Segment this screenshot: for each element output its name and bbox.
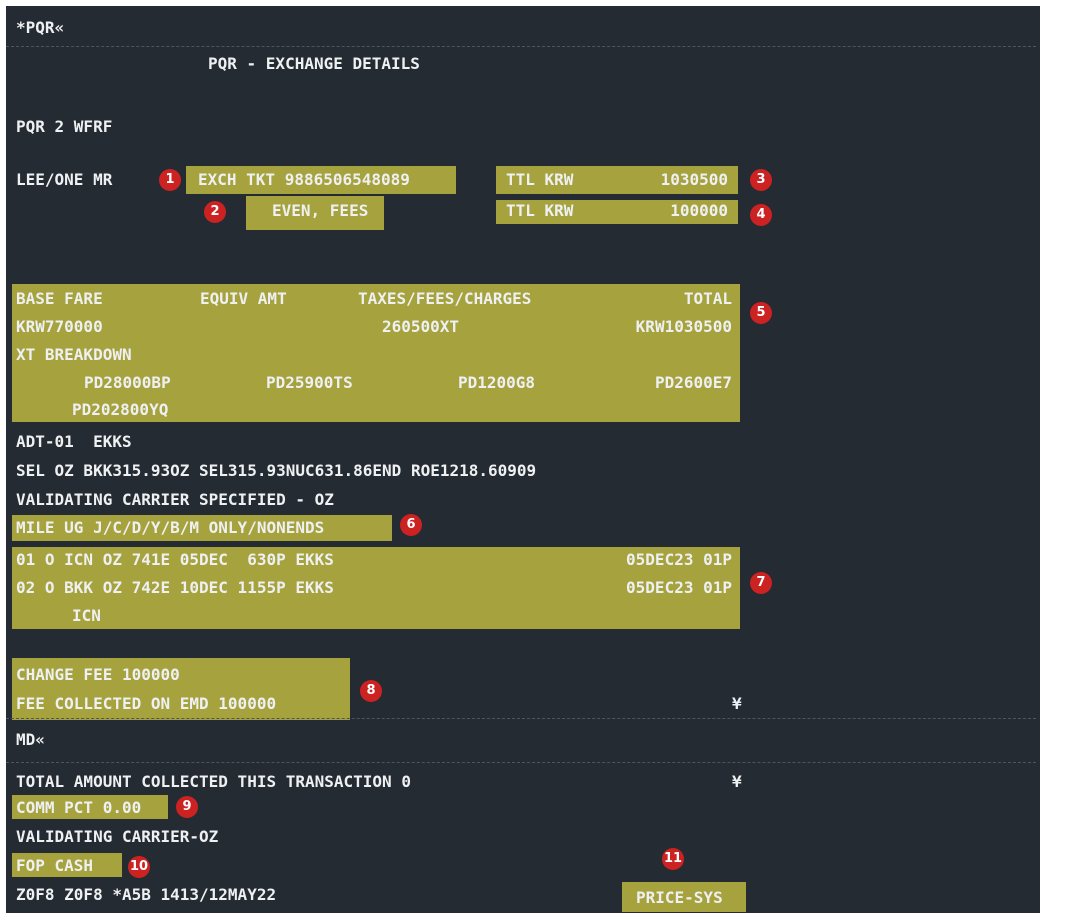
badge-9: 9 — [176, 796, 198, 818]
segment-line: 01 O ICN OZ 741E 05DEC 630P EKKS — [16, 550, 334, 569]
badge-5: 5 — [750, 302, 772, 324]
passenger-name: LEE/ONE MR — [16, 170, 113, 189]
pqr-reference: PQR 2 WFRF — [16, 117, 113, 136]
badge-10: 10 — [128, 856, 150, 878]
ttl-label-2: TTL KRW — [506, 201, 574, 220]
badge-2: 2 — [204, 201, 226, 223]
ttl-label-1: TTL KRW — [506, 170, 574, 189]
validating-carrier: VALIDATING CARRIER-OZ — [16, 827, 219, 846]
terminal-screen: *PQR« PQR - EXCHANGE DETAILS PQR 2 WFRF … — [6, 6, 1040, 913]
badge-11: 11 — [662, 848, 684, 870]
header-base-fare: BASE FARE — [16, 289, 103, 308]
badge-3: 3 — [750, 169, 772, 191]
separator — [6, 762, 1036, 763]
xt-item: PD2600E7 — [654, 373, 732, 392]
segment-line: 02 O BKK OZ 742E 10DEC 1155P EKKS — [16, 578, 334, 597]
adt-line: ADT-01 EKKS — [16, 432, 132, 451]
xt-item: PD1200G8 — [458, 373, 536, 392]
change-fee: CHANGE FEE 100000 — [16, 665, 180, 684]
endorsement: MILE UG J/C/D/Y/B/M ONLY/NONENDS — [16, 518, 325, 537]
commission: COMM PCT 0.00 — [16, 798, 142, 817]
header-equiv-amt: EQUIV AMT — [200, 289, 287, 308]
badge-8: 8 — [360, 680, 382, 702]
segment-status: 05DEC23 01P — [626, 550, 732, 569]
xt-item: PD25900TS — [266, 373, 353, 392]
yen-symbol: ¥ — [732, 694, 742, 713]
header-total: TOTAL — [683, 289, 732, 308]
yen-symbol: ¥ — [732, 772, 742, 791]
segment-destination: ICN — [72, 606, 101, 625]
xt-breakdown-label: XT BREAKDOWN — [16, 345, 132, 364]
price-sys: PRICE-SYS — [636, 888, 723, 907]
fee-collected: FEE COLLECTED ON EMD 100000 — [16, 694, 277, 713]
separator — [6, 718, 1036, 719]
xt-item: PD202800YQ — [72, 400, 169, 419]
form-of-payment: FOP CASH — [16, 856, 94, 875]
ttl-value-1: 1030500 — [660, 170, 728, 189]
badge-6: 6 — [400, 514, 422, 536]
taxes-value: 260500XT — [382, 317, 460, 336]
exchange-ticket: EXCH TKT 9886506548089 — [198, 170, 410, 189]
badge-4: 4 — [750, 204, 772, 226]
validating-carrier-specified: VALIDATING CARRIER SPECIFIED - OZ — [16, 490, 334, 509]
total-collected: TOTAL AMOUNT COLLECTED THIS TRANSACTION … — [16, 772, 411, 791]
separator — [6, 46, 1036, 47]
badge-7: 7 — [750, 572, 772, 594]
more-data-prompt[interactable]: MD« — [16, 730, 45, 750]
total-value: KRW1030500 — [635, 317, 732, 336]
xt-item: PD28000BP — [84, 373, 171, 392]
page-title: PQR - EXCHANGE DETAILS — [208, 54, 420, 73]
badge-1: 1 — [159, 169, 181, 191]
base-fare-value: KRW770000 — [16, 317, 103, 336]
header-taxes: TAXES/FEES/CHARGES — [358, 289, 532, 308]
ttl-value-2: 100000 — [670, 201, 728, 220]
command-line[interactable]: *PQR« — [16, 18, 64, 38]
even-fees: EVEN, FEES — [272, 201, 369, 220]
agent-line: Z0F8 Z0F8 *A5B 1413/12MAY22 — [16, 885, 277, 904]
fare-calculation: SEL OZ BKK315.93OZ SEL315.93NUC631.86END… — [16, 461, 537, 480]
segment-status: 05DEC23 01P — [626, 578, 732, 597]
